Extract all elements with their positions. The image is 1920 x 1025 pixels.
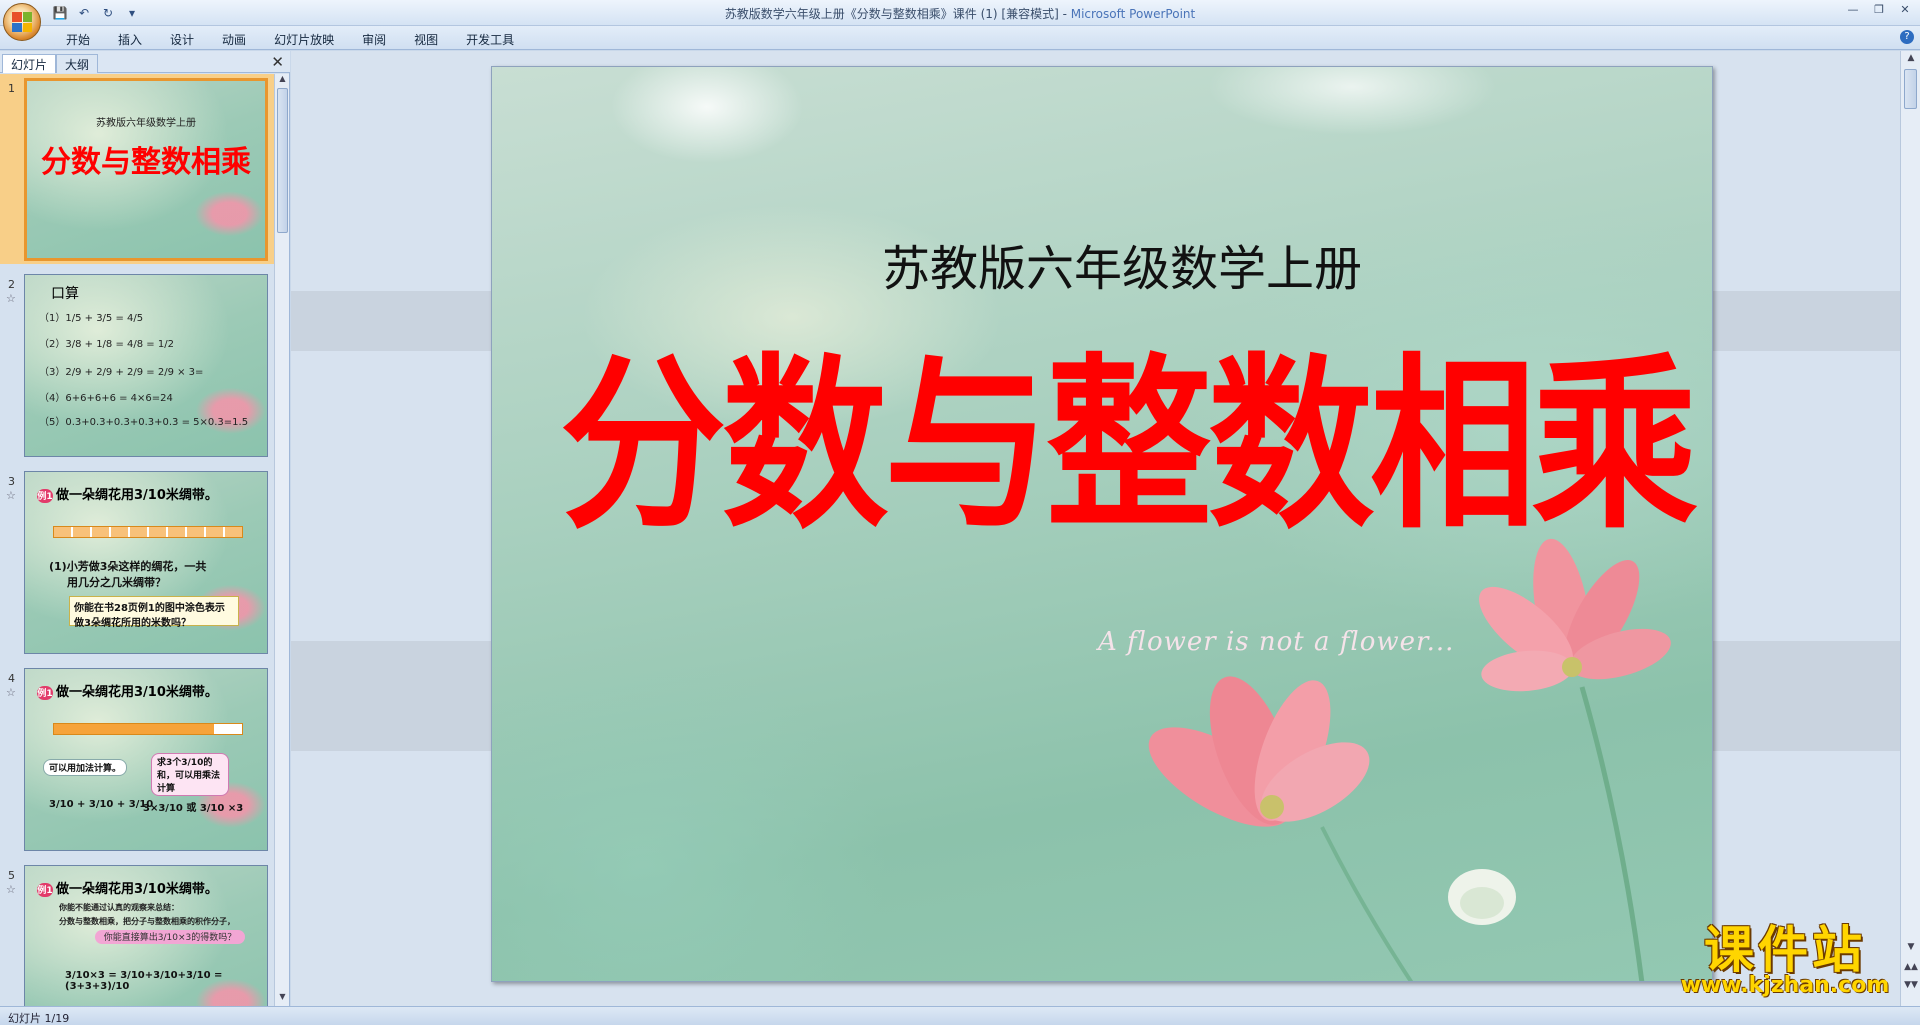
tab-slideshow[interactable]: 幻灯片放映 bbox=[260, 29, 348, 50]
thumb-title: 分数与整数相乘 bbox=[41, 145, 251, 180]
animation-star-icon: ☆ bbox=[6, 883, 16, 896]
slide-script-text: A flower is not a flower... bbox=[1098, 627, 1455, 657]
ribbon-bar-diagram bbox=[53, 723, 243, 735]
animation-star-icon: ☆ bbox=[6, 489, 16, 502]
thumb-line: 你能不能通过认真的观察来总结： bbox=[59, 903, 179, 912]
restore-icon[interactable]: ❐ bbox=[1866, 0, 1892, 18]
thumbnail-number: 3 bbox=[8, 475, 15, 488]
ribbon-tabs: 开始 插入 设计 动画 幻灯片放映 审阅 视图 开发工具 bbox=[52, 29, 528, 50]
pane-tabs: 幻灯片 大纲 ✕ bbox=[0, 51, 290, 73]
document-title: 苏教版数学六年级上册《分数与整数相乘》课件 (1) [兼容模式] - bbox=[724, 7, 1071, 21]
thumbnail-scrollbar[interactable]: ▲ ▼ bbox=[274, 74, 289, 1006]
scroll-up-icon[interactable]: ▲ bbox=[1901, 53, 1920, 67]
thumbnail-list: 1 苏教版六年级数学上册 分数与整数相乘 2 ☆ 口算 （1）1/5 + 3/5… bbox=[0, 74, 274, 1006]
thumb-tag: 可以用加法计算。 bbox=[43, 759, 128, 776]
example-badge: 例1 bbox=[37, 685, 53, 700]
slide-title[interactable]: 分数与整数相乘 bbox=[492, 343, 1712, 549]
close-pane-icon[interactable]: ✕ bbox=[271, 53, 284, 71]
tab-outline[interactable]: 大纲 bbox=[56, 54, 99, 73]
thumbnail-number: 5 bbox=[8, 869, 15, 882]
thumb-question: 例1 做一朵绸花用3/10米绸带。 bbox=[37, 484, 218, 503]
scroll-up-icon[interactable]: ▲ bbox=[275, 74, 290, 88]
thumb-question: 例1 做一朵绸花用3/10米绸带。 bbox=[37, 681, 218, 700]
thumb-question-text: 做一朵绸花用3/10米绸带。 bbox=[56, 882, 218, 897]
next-slide-icon[interactable]: ▼▼ bbox=[1901, 980, 1920, 994]
thumb-line: （1）1/5 + 3/5 = 4/5 bbox=[39, 313, 144, 324]
thumb-line: （4）6+6+6+6 = 4×6=24 bbox=[39, 393, 173, 404]
thumb-question-text: 做一朵绸花用3/10米绸带。 bbox=[56, 685, 218, 700]
ribbon-bar-diagram bbox=[53, 526, 243, 538]
thumbnail-number: 2 bbox=[8, 278, 15, 291]
tab-design[interactable]: 设计 bbox=[156, 29, 208, 50]
thumbnail-row-5[interactable]: 5 ☆ 例1 做一朵绸花用3/10米绸带。 你能不能通过认真的观察来总结： 分数与… bbox=[0, 861, 274, 1006]
ribbon: 开始 插入 设计 动画 幻灯片放映 审阅 视图 开发工具 ? bbox=[0, 26, 1920, 50]
thumb-text: 用几分之几米绸带？ bbox=[67, 576, 166, 589]
tab-animations[interactable]: 动画 bbox=[208, 29, 260, 50]
tab-developer[interactable]: 开发工具 bbox=[452, 29, 528, 50]
thumb-line: （2）3/8 + 1/8 = 4/8 = 1/2 bbox=[39, 339, 174, 350]
thumb-line: （3）2/9 + 2/9 + 2/9 = 2/9 × 3= bbox=[39, 367, 204, 378]
editor-scrollbar[interactable]: ▲ ▼ ▲▲ ▼▼ bbox=[1900, 51, 1920, 1006]
tab-insert[interactable]: 插入 bbox=[104, 29, 156, 50]
tab-review[interactable]: 审阅 bbox=[348, 29, 400, 50]
tab-view[interactable]: 视图 bbox=[400, 29, 452, 50]
thumbnail-row-2[interactable]: 2 ☆ 口算 （1）1/5 + 3/5 = 4/5 （2）3/8 + 1/8 =… bbox=[0, 270, 274, 460]
thumb-text: (1)小芳做3朵这样的绸花，一共 bbox=[49, 560, 207, 573]
thumb-subtitle: 苏教版六年级数学上册 bbox=[96, 118, 196, 129]
thumbnail-row-3[interactable]: 3 ☆ 例1 做一朵绸花用3/10米绸带。 (1)小芳做3朵这样的绸花，一共 用几… bbox=[0, 467, 274, 657]
thumbnail-number: 1 bbox=[8, 82, 15, 95]
scrollbar-thumb[interactable] bbox=[1904, 69, 1917, 109]
thumbnail-slide-2[interactable]: 口算 （1）1/5 + 3/5 = 4/5 （2）3/8 + 1/8 = 4/8… bbox=[24, 274, 268, 457]
thumbnail-slide-3[interactable]: 例1 做一朵绸花用3/10米绸带。 (1)小芳做3朵这样的绸花，一共 用几分之几米… bbox=[24, 471, 268, 654]
thumb-question-text: 做一朵绸花用3/10米绸带。 bbox=[56, 488, 218, 503]
minimize-icon[interactable]: — bbox=[1840, 0, 1866, 18]
office-button[interactable] bbox=[3, 3, 41, 41]
thumb-formula: 3/10×3 = 3/10+3/10+3/10 = (3+3+3)/10 bbox=[65, 970, 223, 992]
thumbnail-slide-1[interactable]: 苏教版六年级数学上册 分数与整数相乘 bbox=[24, 78, 268, 261]
thumbnail-slide-5[interactable]: 例1 做一朵绸花用3/10米绸带。 你能不能通过认真的观察来总结： 分数与整数相乘… bbox=[24, 865, 268, 1006]
thumb-line: 分数与整数相乘，把分子与整数相乘的积作分子， bbox=[59, 917, 235, 926]
close-icon[interactable]: ✕ bbox=[1892, 0, 1918, 18]
site-watermark: 课件站 www.kjzhan.com bbox=[1670, 920, 1900, 999]
scrollbar-thumb[interactable] bbox=[277, 88, 288, 233]
thumb-line: （5）0.3+0.3+0.3+0.3+0.3 = 5×0.3=1.5 bbox=[39, 417, 249, 428]
thumbnail-row-1[interactable]: 1 苏教版六年级数学上册 分数与整数相乘 bbox=[0, 74, 274, 264]
example-badge: 例1 bbox=[37, 488, 53, 503]
current-slide[interactable]: 苏教版六年级数学上册 分数与整数相乘 A flower is not a flo… bbox=[491, 66, 1713, 982]
app-name: Microsoft PowerPoint bbox=[1070, 7, 1196, 21]
thumbnail-row-4[interactable]: 4 ☆ 例1 做一朵绸花用3/10米绸带。 可以用加法计算。 求3个3/10的和，… bbox=[0, 664, 274, 854]
example-badge: 例1 bbox=[37, 882, 53, 897]
tab-slides[interactable]: 幻灯片 bbox=[2, 54, 57, 73]
watermark-name: 课件站 bbox=[1704, 920, 1866, 979]
slide-subtitle[interactable]: 苏教版六年级数学上册 bbox=[492, 229, 1712, 299]
tab-home[interactable]: 开始 bbox=[52, 29, 104, 50]
thumb-question: 例1 做一朵绸花用3/10米绸带。 bbox=[37, 878, 218, 897]
watermark-url: www.kjzhan.com bbox=[1680, 973, 1890, 998]
thumbnail-slide-4[interactable]: 例1 做一朵绸花用3/10米绸带。 可以用加法计算。 求3个3/10的和，可以用乘… bbox=[24, 668, 268, 851]
previous-slide-icon[interactable]: ▲▲ bbox=[1901, 962, 1920, 976]
thumb-heading: 口算 bbox=[51, 286, 79, 302]
animation-star-icon: ☆ bbox=[6, 292, 16, 305]
window-controls: — ❐ ✕ bbox=[1840, 0, 1918, 18]
title-bar: 💾 ↶ ↻ ▾ 苏教版数学六年级上册《分数与整数相乘》课件 (1) [兼容模式]… bbox=[0, 0, 1920, 41]
status-bar: 幻灯片 1/19 bbox=[0, 1006, 1920, 1025]
slides-pane: 幻灯片 大纲 ✕ 1 苏教版六年级数学上册 分数与整数相乘 2 ☆ 口算 （1）… bbox=[0, 51, 290, 1006]
thumbnail-number: 4 bbox=[8, 672, 15, 685]
scroll-down-icon[interactable]: ▼ bbox=[1901, 942, 1920, 956]
thumb-callout: 你能在书28页例1的图中涂色表示做3朵绸花所用的米数吗？ bbox=[69, 596, 239, 629]
animation-star-icon: ☆ bbox=[6, 686, 16, 699]
thumb-ribbon: 你能直接算出3/10×3的得数吗？ bbox=[95, 930, 245, 944]
window-title: 苏教版数学六年级上册《分数与整数相乘》课件 (1) [兼容模式] - Micro… bbox=[0, 5, 1920, 22]
help-icon[interactable]: ? bbox=[1900, 30, 1914, 44]
scroll-down-icon[interactable]: ▼ bbox=[275, 992, 290, 1006]
thumb-tag: 求3个3/10的和，可以用乘法计算 bbox=[151, 753, 229, 796]
slide-counter: 幻灯片 1/19 bbox=[8, 1012, 70, 1025]
thumb-formula: 3/10 + 3/10 + 3/10 bbox=[49, 799, 154, 810]
office-logo-icon bbox=[12, 12, 32, 32]
thumb-formula: 3×3/10 或 3/10 ×3 bbox=[143, 803, 244, 814]
